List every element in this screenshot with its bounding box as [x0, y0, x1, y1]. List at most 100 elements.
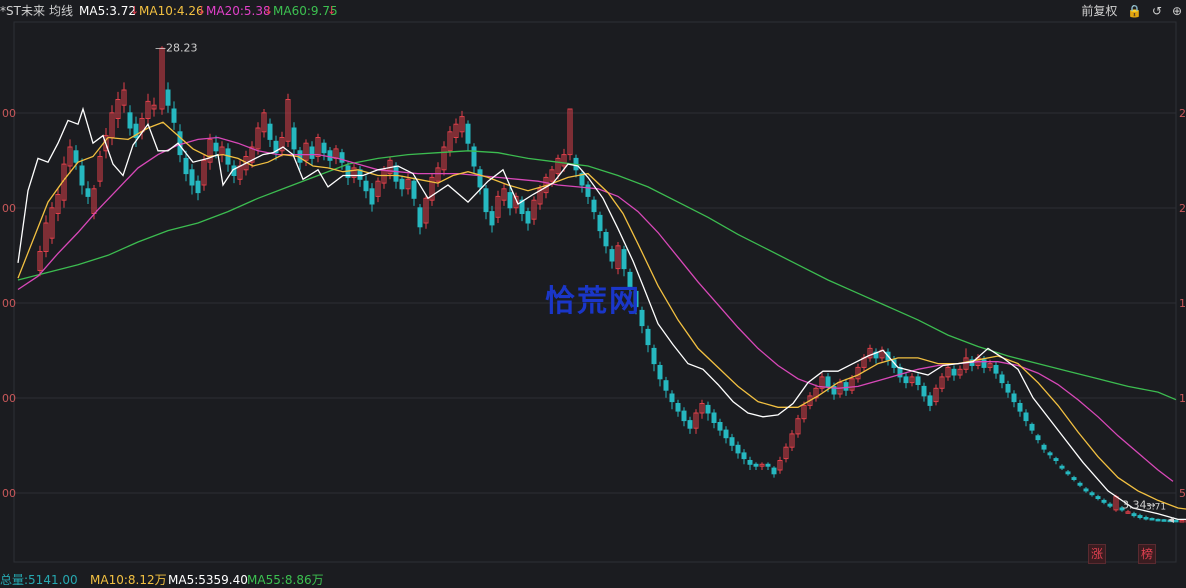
volume-header: 总量:5141.00 MA10:8.12万 MA5:5359.40 MA55:8…	[0, 570, 1186, 587]
candle	[315, 133, 321, 163]
candle	[741, 449, 747, 465]
ma-label[interactable]: 均线	[49, 0, 73, 22]
candle	[471, 143, 477, 174]
candle	[657, 361, 663, 387]
candle	[531, 196, 537, 225]
candle-body-down	[1005, 384, 1011, 393]
candle-body-down	[765, 463, 771, 467]
candle-body-down	[411, 180, 417, 199]
candle	[1101, 498, 1107, 505]
ma5-value: MA5:3.72	[79, 4, 136, 18]
candle	[585, 181, 591, 204]
candle-body-down	[267, 123, 273, 140]
candle	[1029, 422, 1035, 434]
candle	[225, 143, 231, 172]
candle-body-down	[1077, 482, 1083, 486]
candle	[159, 46, 165, 115]
candle-body-down	[1095, 496, 1101, 500]
candle	[1149, 517, 1155, 521]
candle-body-down	[1053, 458, 1059, 462]
candle	[1071, 475, 1077, 482]
candle-body-down	[1083, 488, 1089, 492]
candle-body-down	[465, 123, 471, 144]
y-tick-label-right: 2	[1179, 202, 1186, 215]
down-arrow-icon: ↓	[327, 4, 337, 17]
lock-icon[interactable]: 🔒	[1127, 4, 1142, 18]
candle	[165, 82, 171, 113]
candle-body-down	[585, 184, 591, 197]
candle-body-down	[399, 178, 405, 190]
candle-body-down	[1143, 517, 1149, 520]
candle	[1065, 470, 1071, 476]
candle-body-down	[981, 359, 987, 368]
candle-body-down	[183, 157, 189, 175]
add-icon[interactable]: ⊕	[1172, 4, 1182, 18]
candle-body-down	[687, 420, 693, 429]
candle	[567, 108, 573, 161]
candle-body-down	[1089, 492, 1095, 496]
candle-body-down	[321, 142, 327, 154]
candle	[85, 181, 91, 204]
y-tick-label-left: 00	[2, 297, 16, 310]
candle-body-down	[903, 376, 909, 384]
down-arrow-icon: ↓	[130, 4, 140, 17]
candle	[489, 205, 495, 233]
candle	[1011, 390, 1017, 408]
candle	[729, 433, 735, 451]
candle-body-down	[1029, 423, 1035, 431]
candle-body-down	[597, 214, 603, 232]
candle-body-down	[993, 365, 999, 374]
candle	[765, 462, 771, 470]
candle	[495, 190, 501, 223]
candle	[687, 416, 693, 434]
watermark-text: 恰荒网	[545, 284, 641, 319]
candle-body-down	[195, 180, 201, 194]
rank-list-badge[interactable]: 榜	[1138, 544, 1156, 564]
y-tick-label-right: 1	[1179, 392, 1186, 405]
candle	[345, 162, 351, 185]
y-tick-label-left: 00	[2, 487, 16, 500]
candle-body-down	[1173, 519, 1179, 523]
candle-body-down	[1011, 393, 1017, 403]
candle-body-down	[729, 437, 735, 446]
candle-body-down	[663, 380, 669, 391]
candle	[417, 204, 423, 235]
candle	[1017, 399, 1023, 417]
candle	[399, 175, 405, 197]
candle	[109, 105, 115, 146]
candle	[645, 325, 651, 353]
candle-body-down	[735, 444, 741, 454]
candle-body-down	[327, 150, 333, 161]
candle	[237, 160, 243, 185]
candle-body-down	[999, 374, 1005, 384]
candle-body-down	[127, 112, 133, 129]
candle-body-down	[339, 152, 345, 163]
undo-icon[interactable]: ↺	[1152, 4, 1162, 18]
candle-body-down	[393, 165, 399, 182]
candle-body-down	[681, 410, 687, 422]
candle	[933, 384, 939, 406]
adjust-mode-button[interactable]: 前复权	[1081, 4, 1117, 18]
candle	[369, 183, 375, 212]
candle-body-down	[591, 199, 597, 213]
candle	[663, 376, 669, 398]
candle	[1107, 502, 1113, 508]
candle	[375, 177, 381, 203]
candle-body-down	[645, 328, 651, 346]
rise-list-badge[interactable]: 涨	[1088, 544, 1106, 564]
candle	[1161, 519, 1167, 522]
candle-body-down	[471, 146, 477, 167]
candle	[441, 141, 447, 176]
candle-body-down	[609, 249, 615, 262]
candle-body-down	[843, 382, 849, 391]
candle	[813, 384, 819, 402]
y-tick-label-right: 1	[1179, 297, 1186, 310]
chart-annotations: —28.233.34→3.71	[155, 42, 1174, 523]
candle-body-down	[1131, 513, 1137, 517]
candle-body-down	[723, 429, 729, 439]
candle	[219, 141, 225, 163]
candle-body-down	[1137, 515, 1143, 518]
candle	[507, 186, 513, 216]
candle	[867, 344, 873, 362]
candle-body-down	[165, 89, 171, 106]
